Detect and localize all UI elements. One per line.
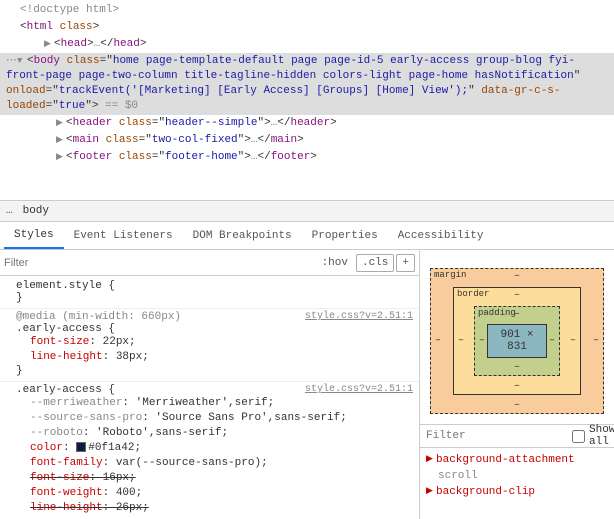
show-all-checkbox[interactable]	[572, 430, 585, 443]
tab-dom-breakpoints[interactable]: DOM Breakpoints	[183, 224, 302, 248]
style-rule[interactable]: style.css?v=2.51:1 .early-access { --mer…	[0, 382, 419, 519]
crumb-overflow[interactable]: …	[6, 205, 13, 217]
source-link[interactable]: style.css?v=2.51:1	[305, 311, 413, 322]
tab-styles[interactable]: Styles	[4, 223, 64, 249]
computed-item[interactable]: ▶background-clip	[426, 484, 608, 500]
expand-icon[interactable]: ▶	[56, 150, 66, 165]
expand-icon[interactable]: ▶	[426, 454, 436, 466]
tabs: Styles Event Listeners DOM Breakpoints P…	[0, 222, 614, 250]
expand-icon[interactable]: ▶	[56, 133, 66, 148]
expand-icon[interactable]: ▶	[44, 37, 54, 52]
styles-pane: :hov .cls + element.style {} style.css?v…	[0, 250, 420, 519]
computed-filter-row: Show all	[420, 424, 614, 448]
styles-filter-row: :hov .cls +	[0, 250, 419, 276]
dom-line[interactable]: ▶<main class="two-col-fixed">…</main>	[0, 132, 614, 149]
styles-filter-input[interactable]	[4, 257, 314, 269]
style-rule[interactable]: style.css?v=2.51:1 @media (min-width: 66…	[0, 309, 419, 382]
cls-button[interactable]: .cls	[356, 254, 394, 272]
dom-line[interactable]: ▶<head>…</head>	[0, 36, 614, 53]
tab-accessibility[interactable]: Accessibility	[388, 224, 494, 248]
dom-line[interactable]: <!doctype html>	[0, 2, 614, 19]
tab-properties[interactable]: Properties	[302, 224, 388, 248]
expand-icon[interactable]: ▶	[56, 116, 66, 131]
source-link[interactable]: style.css?v=2.51:1	[305, 384, 413, 395]
dom-tree[interactable]: <!doctype html> <html class> ▶<head>…</h…	[0, 0, 614, 200]
show-all-label: Show all	[589, 424, 614, 448]
computed-pane: margin –––– border –––– padding –––– 901…	[420, 250, 614, 519]
new-rule-button[interactable]: +	[396, 254, 415, 272]
dom-line[interactable]: ▶<header class="header--simple">…</heade…	[0, 115, 614, 132]
dom-line[interactable]: ▶<footer class="footer-home">…</footer>	[0, 149, 614, 166]
computed-item[interactable]: ▶background-attachment	[426, 452, 608, 468]
computed-value: scroll	[426, 468, 608, 484]
hov-button[interactable]: :hov	[316, 254, 354, 272]
collapse-icon[interactable]: ▼	[17, 54, 27, 69]
box-content: 901 × 831	[487, 324, 547, 358]
computed-filter-input[interactable]	[426, 430, 572, 442]
style-rule[interactable]: element.style {}	[0, 278, 419, 309]
dom-line-selected[interactable]: ⋯▼<body class="home page-template-defaul…	[0, 53, 614, 115]
breadcrumb[interactable]: … body	[0, 200, 614, 222]
dom-line[interactable]: <html class>	[0, 19, 614, 36]
tab-event-listeners[interactable]: Event Listeners	[64, 224, 183, 248]
crumb-body[interactable]: body	[23, 205, 49, 217]
box-model[interactable]: margin –––– border –––– padding –––– 901…	[420, 250, 614, 424]
color-swatch[interactable]	[76, 442, 86, 452]
expand-icon[interactable]: ▶	[426, 486, 436, 498]
computed-list[interactable]: ▶background-attachment scroll ▶backgroun…	[420, 448, 614, 504]
